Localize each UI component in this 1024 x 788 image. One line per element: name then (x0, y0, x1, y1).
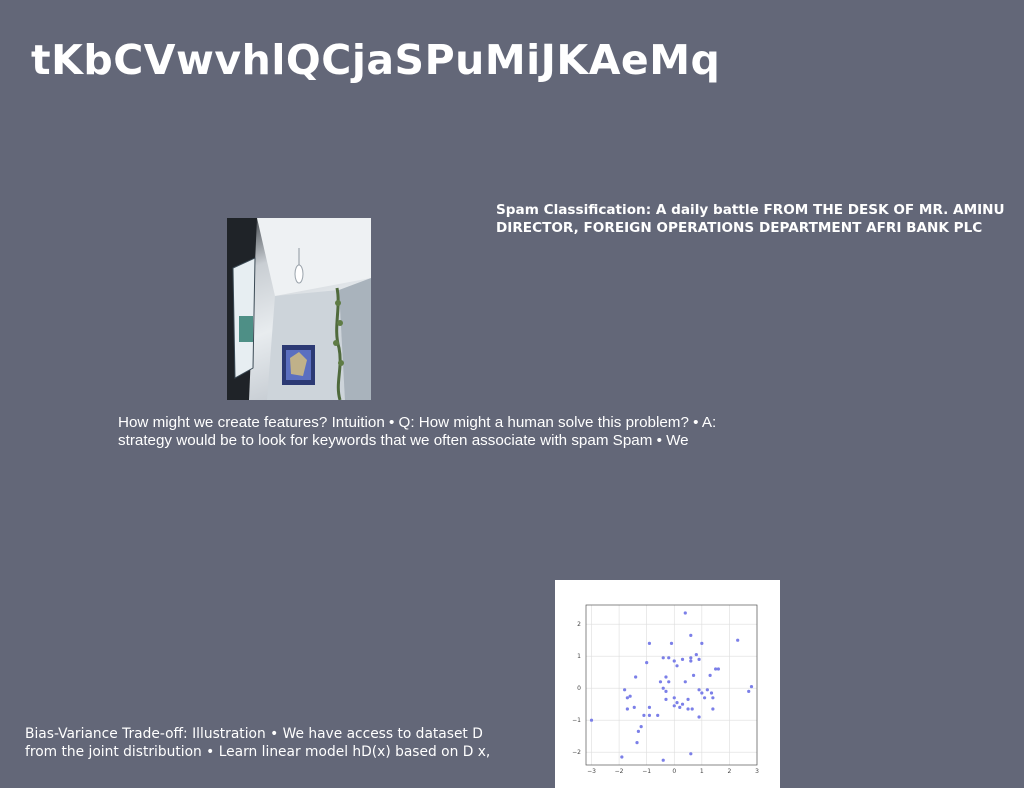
x-tick-label: −3 (587, 768, 596, 775)
room-photo (227, 218, 371, 400)
scatter-point (700, 641, 704, 645)
scatter-point (667, 656, 671, 660)
x-tick-label: −1 (642, 768, 651, 775)
scatter-plot-svg: −3 −2 −1 0 1 2 3 −2 −1 0 1 2 (572, 604, 759, 775)
y-tick-label: 0 (577, 685, 581, 692)
scatter-point (672, 704, 676, 708)
scatter-point (702, 696, 707, 700)
scatter-point (689, 659, 693, 663)
scatter-point (736, 638, 740, 642)
scatter-point (694, 653, 698, 657)
scatter-point (672, 659, 676, 663)
scatter-point (675, 701, 679, 705)
scatter-plot: −3 −2 −1 0 1 2 3 −2 −1 0 1 2 (555, 580, 780, 788)
x-tick-label: 3 (755, 768, 759, 775)
room-photo-icon (227, 218, 371, 400)
scatter-point (639, 725, 643, 729)
grid-lines (586, 605, 758, 765)
x-tick-label: −2 (615, 768, 624, 775)
slide-title: tKbCVwvhlQCjaSPuMiJKAeMq (31, 36, 721, 84)
scatter-point (623, 688, 627, 692)
y-tick-label: 1 (577, 653, 581, 660)
y-tick-label: 2 (577, 621, 581, 628)
scatter-point (690, 707, 694, 711)
x-tick-label: 0 (672, 768, 676, 775)
scatter-point (683, 680, 687, 684)
scatter-point (716, 667, 720, 671)
scatter-point (680, 702, 685, 706)
scatter-point (647, 713, 652, 717)
scatter-point (689, 656, 693, 660)
scatter-point (708, 673, 712, 677)
scatter-point (647, 641, 652, 645)
scatter-point (664, 689, 668, 693)
scatter-point (697, 657, 701, 661)
scatter-point (680, 657, 685, 661)
scatter-point (661, 686, 665, 690)
scatter-point (747, 689, 751, 693)
scatter-point (686, 697, 690, 701)
scatter-point (700, 691, 704, 695)
scatter-point (635, 741, 639, 745)
spam-heading: Spam Classification: A daily battle FROM… (496, 202, 1005, 236)
plot-frame (585, 604, 758, 766)
scatter-point (669, 641, 674, 645)
scatter-point (705, 688, 709, 692)
scatter-point (672, 696, 676, 700)
scatter-point (589, 718, 594, 722)
x-tick-label: 2 (728, 768, 732, 775)
scatter-point (628, 694, 632, 698)
scatter-point (709, 691, 714, 695)
scatter-point (656, 713, 660, 717)
features-paragraph: How might we create features? Intuition … (118, 414, 717, 449)
scatter-point (642, 713, 646, 717)
scatter-point (636, 729, 641, 733)
bias-variance-caption: Bias-Variance Trade-off: Illustration • … (25, 726, 491, 760)
scatter-point (686, 707, 690, 711)
scatter-point (691, 673, 696, 677)
scatter-point (620, 755, 624, 759)
scatter-point (645, 661, 649, 665)
scatter-point (632, 705, 636, 709)
scatter-point (697, 715, 701, 719)
scatter-point (667, 680, 671, 684)
scatter-point (647, 705, 652, 709)
scatter-point (661, 758, 665, 762)
scatter-point (675, 664, 679, 668)
scatter-point (678, 705, 682, 709)
scatter-point (625, 707, 629, 711)
scatter-point (658, 680, 663, 684)
scatter-point (689, 633, 693, 637)
scatter-point (689, 752, 693, 756)
scatter-point (664, 675, 668, 679)
scatter-point (664, 697, 668, 701)
x-tick-label: 1 (700, 768, 704, 775)
scatter-point (625, 696, 629, 700)
y-tick-label: −2 (572, 749, 581, 756)
scatter-point (661, 656, 665, 660)
data-points (589, 611, 754, 762)
scatter-point (711, 707, 715, 711)
scatter-point (714, 667, 718, 671)
scatter-point (749, 685, 754, 689)
scatter-point (634, 675, 638, 679)
y-tick-label: −1 (572, 717, 581, 724)
scatter-point (683, 611, 687, 615)
scatter-point (697, 688, 701, 692)
scatter-point (711, 696, 715, 700)
